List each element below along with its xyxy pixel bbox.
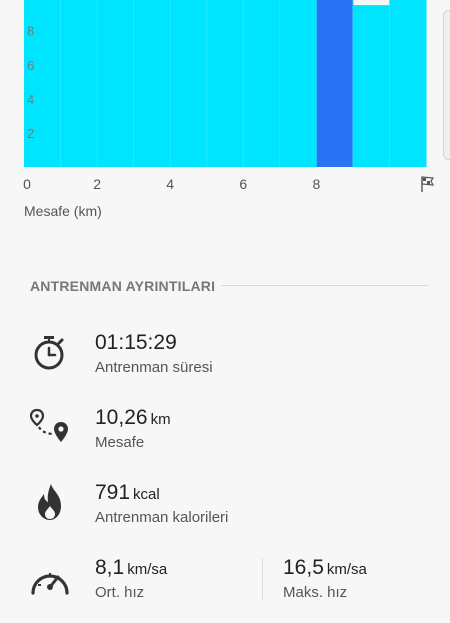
distance-unit: km bbox=[150, 411, 171, 428]
distance-chart: 2 4 6 8 0 2 4 6 8 Mesafe (km) bbox=[0, 0, 450, 225]
route-pin-icon bbox=[30, 408, 68, 442]
scroll-indicator[interactable] bbox=[443, 10, 450, 160]
chart-bar-5 bbox=[206, 0, 244, 167]
speed-divider bbox=[262, 558, 263, 600]
detail-speed: 8,1 km/sa Ort. hız 16,5 km/sa Maks. hız bbox=[0, 553, 450, 623]
max-speed-value: 16,5 km/sa bbox=[283, 556, 367, 580]
distance-number: 10,26 bbox=[95, 406, 148, 429]
calories-unit: kcal bbox=[133, 486, 160, 503]
section-divider bbox=[221, 285, 428, 286]
finish-flag-icon bbox=[421, 176, 435, 192]
avg-speed-unit: km/sa bbox=[127, 561, 168, 578]
chart-bar-9 bbox=[352, 5, 390, 168]
calories-number: 791 bbox=[95, 481, 131, 504]
max-speed-number: 16,5 bbox=[283, 556, 324, 579]
chart-bar-4 bbox=[170, 0, 208, 167]
max-speed-unit: km/sa bbox=[326, 561, 367, 578]
y-tick-label: 4 bbox=[27, 92, 34, 107]
x-tick-label: 8 bbox=[312, 176, 320, 192]
detail-duration: 01:15:29 Antrenman süresi bbox=[0, 328, 450, 398]
x-tick-label: 6 bbox=[239, 176, 247, 192]
x-axis-label: Mesafe (km) bbox=[24, 203, 102, 219]
chart-bar-3 bbox=[133, 0, 171, 167]
chart-bar-2 bbox=[97, 0, 135, 167]
chart-bar-6 bbox=[243, 0, 281, 167]
calories-label: Antrenman kalorileri bbox=[95, 509, 229, 526]
distance-label: Mesafe bbox=[95, 434, 145, 451]
calories-value: 791 kcal bbox=[95, 481, 160, 505]
chart-bar-8 bbox=[316, 0, 354, 167]
avg-speed-number: 8,1 bbox=[95, 556, 125, 579]
chart-bar-10 bbox=[389, 0, 427, 167]
x-tick-label: 0 bbox=[23, 176, 31, 192]
chart-bar-7 bbox=[279, 0, 317, 167]
x-tick-label: 4 bbox=[166, 176, 174, 192]
y-tick-label: 2 bbox=[27, 126, 34, 141]
chart-bar-1 bbox=[60, 0, 98, 167]
distance-value: 10,26 km bbox=[95, 406, 171, 430]
detail-distance: 10,26 km Mesafe bbox=[0, 403, 450, 473]
x-tick-label: 2 bbox=[93, 176, 101, 192]
duration-label: Antrenman süresi bbox=[95, 359, 213, 376]
stopwatch-icon bbox=[34, 336, 64, 370]
chart-canvas: 2 4 6 8 0 2 4 6 8 bbox=[23, 0, 435, 192]
y-tick-label: 6 bbox=[27, 58, 34, 73]
flame-icon bbox=[38, 484, 61, 520]
detail-calories: 791 kcal Antrenman kalorileri bbox=[0, 478, 450, 548]
section-title: ANTRENMAN AYRINTILARI bbox=[30, 278, 216, 294]
duration-value: 01:15:29 bbox=[95, 331, 177, 354]
avg-speed-label: Ort. hız bbox=[95, 584, 145, 601]
y-tick-label: 8 bbox=[27, 24, 34, 39]
max-speed-label: Maks. hız bbox=[283, 584, 348, 601]
avg-speed-value: 8,1 km/sa bbox=[95, 556, 167, 580]
speedometer-icon bbox=[31, 573, 69, 595]
